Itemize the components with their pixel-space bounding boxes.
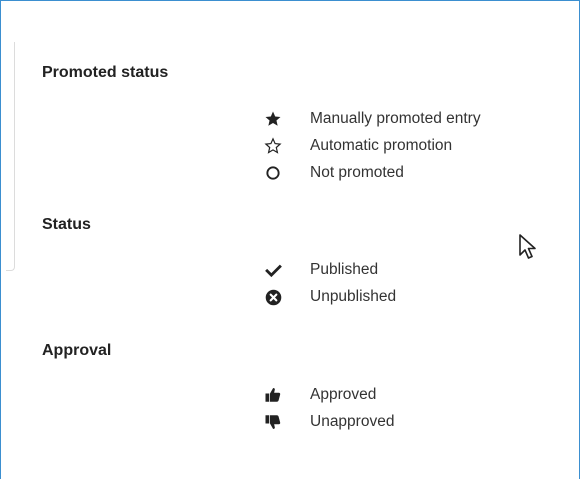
legend-item-label: Unpublished <box>310 288 397 305</box>
legend-item-label: Approved <box>310 386 377 403</box>
legend-item-label: Manually promoted entry <box>310 110 481 127</box>
legend-item-unpublished: Unpublished <box>262 285 396 309</box>
legend-item-automatic-promotion: Automatic promotion <box>262 134 452 158</box>
legend-item-label: Automatic promotion <box>310 137 453 154</box>
thumbs-down-icon <box>262 412 284 432</box>
legend-item-unapproved: Unapproved <box>262 410 394 434</box>
circle-outline-icon <box>262 163 284 183</box>
mouse-cursor-icon <box>518 233 540 268</box>
x-circle-icon <box>262 287 284 307</box>
thumbs-up-icon <box>262 385 284 405</box>
legend-item-label: Published <box>310 261 379 278</box>
star-outline-icon <box>262 136 284 156</box>
status-heading: Status <box>42 216 91 233</box>
legend-item-label: Not promoted <box>310 164 404 181</box>
promoted-status-heading: Promoted status <box>42 64 169 81</box>
legend-item-manually-promoted: Manually promoted entry <box>262 107 481 131</box>
legend-item-label: Unapproved <box>310 413 395 430</box>
approval-heading: Approval <box>42 342 112 359</box>
star-filled-icon <box>262 109 284 129</box>
legend-item-published: Published <box>262 258 378 282</box>
legend-item-not-promoted: Not promoted <box>262 161 404 185</box>
legend-item-approved: Approved <box>262 383 376 407</box>
check-icon <box>262 260 284 280</box>
side-tab-edge <box>6 42 15 271</box>
